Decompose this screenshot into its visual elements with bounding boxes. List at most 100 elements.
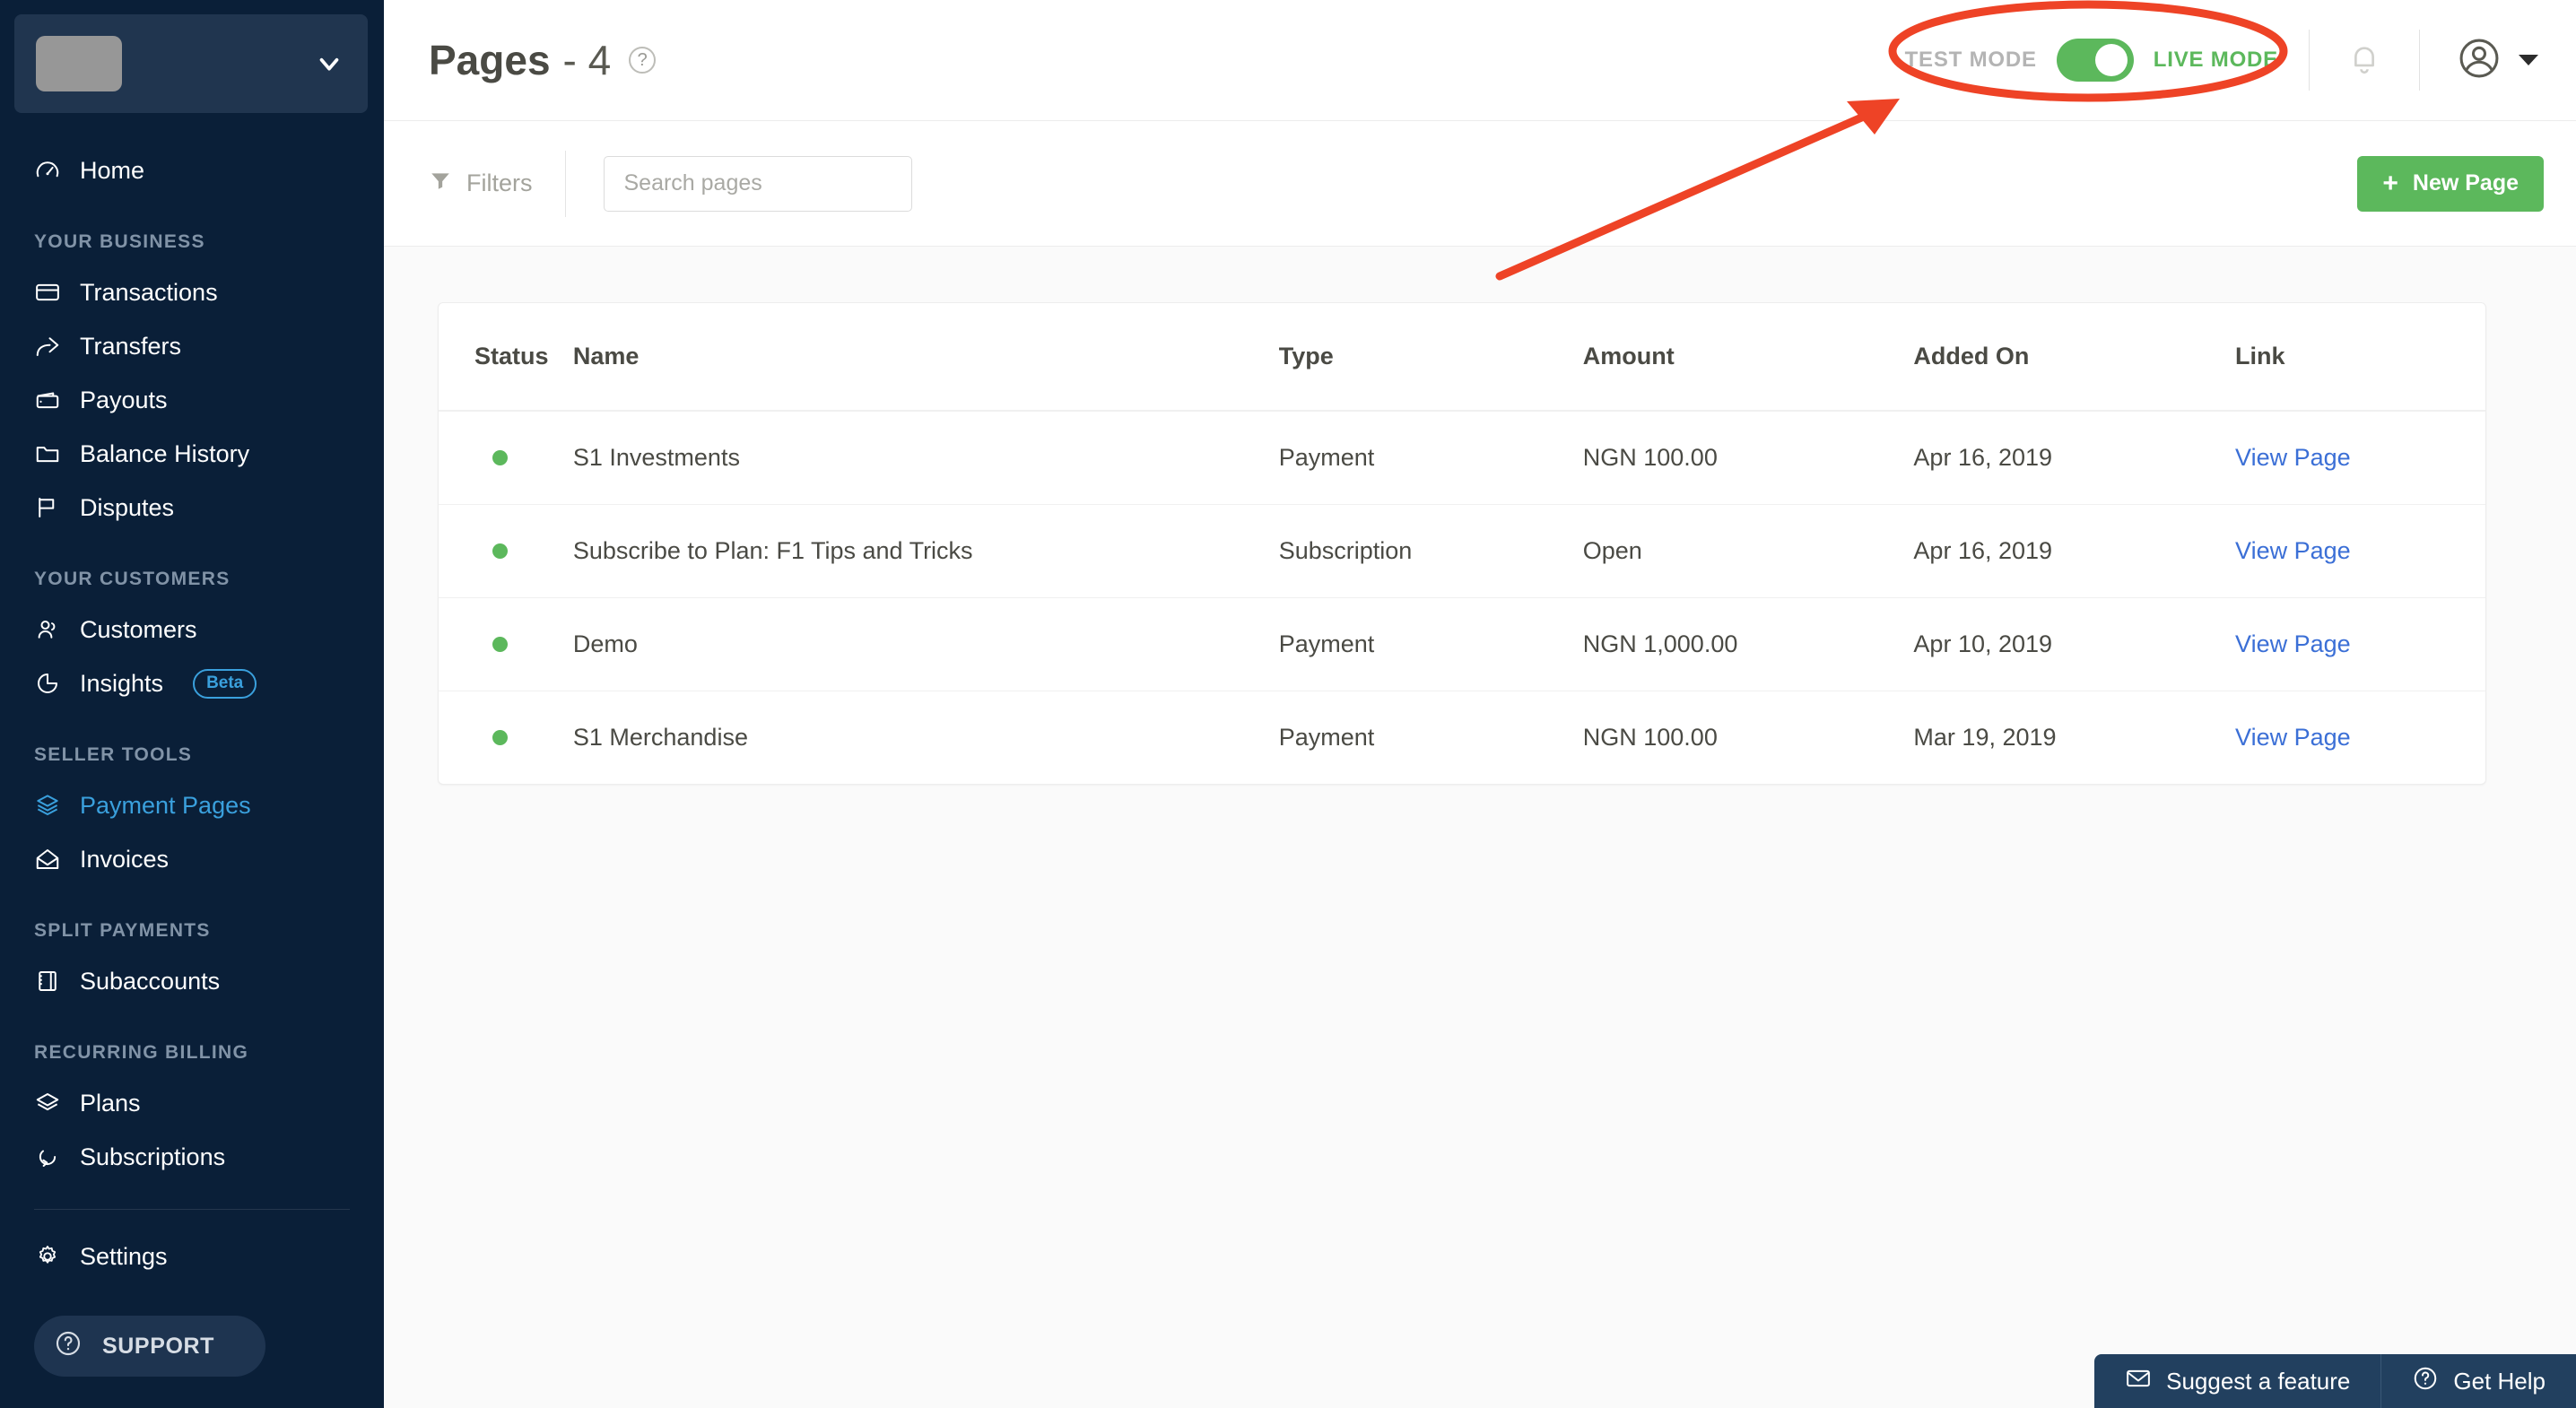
brand-account-switcher[interactable] — [14, 14, 368, 113]
sidebar-item-subaccounts[interactable]: Subaccounts — [0, 954, 384, 1008]
cell-amount: NGN 1,000.00 — [1582, 597, 1914, 691]
suggest-feature-button[interactable]: Suggest a feature — [2094, 1354, 2380, 1408]
caret-down-icon — [2519, 55, 2538, 65]
mode-toggle-group[interactable]: TEST MODE LIVE MODE — [1875, 39, 2309, 82]
sidebar-section-split-payments: SPLIT PAYMENTS — [34, 920, 211, 941]
cell-name: S1 Merchandise — [572, 724, 748, 751]
cell-type: Payment — [1278, 724, 1375, 751]
help-widget: Suggest a feature Get Help — [2094, 1354, 2576, 1408]
pages-table: Status Name Type Amount Added On Link S1… — [439, 303, 2485, 784]
cell-link: View Page — [2235, 691, 2485, 785]
sidebar-section-your-business: YOUR BUSINESS — [34, 231, 205, 252]
live-mode-label: LIVE MODE — [2153, 48, 2278, 72]
search-pages-box[interactable] — [603, 155, 912, 212]
open-envelope-icon — [34, 846, 61, 873]
sidebar-item-payouts[interactable]: Payouts — [0, 373, 384, 427]
filters-button[interactable]: Filters — [429, 169, 565, 198]
sidebar-item-transactions[interactable]: Transactions — [0, 265, 384, 319]
cell-amount: NGN 100.00 — [1582, 724, 1718, 751]
column-header-status: Status — [439, 303, 573, 412]
get-help-button[interactable]: Get Help — [2380, 1354, 2576, 1408]
search-input[interactable] — [623, 170, 892, 196]
cell-status — [439, 597, 573, 691]
get-help-label: Get Help — [2453, 1367, 2546, 1395]
table-row[interactable]: Demo Payment NGN 1,000.00 Apr 10, 2019 V… — [439, 597, 2485, 691]
table-row[interactable]: S1 Investments Payment NGN 100.00 Apr 16… — [439, 411, 2485, 505]
page-title: Pages - 4 ? — [429, 36, 657, 84]
sidebar-item-balance-history[interactable]: Balance History — [0, 427, 384, 481]
cell-link: View Page — [2235, 597, 2485, 691]
view-page-link[interactable]: View Page — [2235, 537, 2351, 564]
new-page-button[interactable]: + New Page — [2357, 155, 2544, 212]
sidebar-item-insights[interactable]: Insights Beta — [0, 656, 384, 710]
cell-type: Payment — [1278, 597, 1583, 691]
status-dot-active — [492, 450, 508, 465]
cell-amount: Open — [1582, 504, 1914, 598]
sidebar-item-label: Subscriptions — [80, 1143, 226, 1170]
envelope-icon — [2125, 1365, 2152, 1398]
table-head: Status Name Type Amount Added On Link — [439, 303, 2485, 412]
credit-card-icon — [34, 279, 61, 306]
pie-chart-icon — [34, 670, 61, 697]
notifications-button[interactable] — [2310, 39, 2419, 82]
status-dot-active — [492, 637, 508, 652]
beta-badge: Beta — [193, 668, 257, 699]
sidebar-item-label: Plans — [80, 1089, 141, 1117]
sidebar-item-disputes[interactable]: Disputes — [0, 481, 384, 535]
sidebar-item-settings[interactable]: Settings — [0, 1230, 384, 1283]
column-header-type: Type — [1278, 303, 1583, 412]
cell-added-on: Apr 16, 2019 — [1913, 411, 2236, 505]
list-toolbar: Filters + New Page — [384, 121, 2576, 247]
main-area: Pages - 4 ? TEST MODE LIVE MODE Filters … — [384, 0, 2576, 1408]
cell-type: Subscription — [1278, 504, 1583, 598]
cell-name: S1 Investments — [572, 411, 1279, 505]
table-row[interactable]: S1 Merchandise Payment NGN 100.00 Mar 19… — [439, 691, 2485, 785]
cell-type: Payment — [1278, 411, 1583, 505]
sidebar: Home YOUR BUSINESS Transactions Transfer… — [0, 0, 384, 1408]
sidebar-item-plans[interactable]: Plans — [0, 1076, 384, 1130]
gear-icon — [34, 1243, 61, 1270]
cell-added-on: Apr 10, 2019 — [1913, 597, 2236, 691]
user-avatar-icon — [2456, 35, 2502, 86]
page-title-help-icon[interactable]: ? — [629, 47, 657, 74]
account-menu-button[interactable] — [2420, 35, 2544, 86]
view-page-link[interactable]: View Page — [2235, 444, 2351, 471]
sidebar-section-your-customers: YOUR CUSTOMERS — [34, 569, 231, 589]
table-row[interactable]: Subscribe to Plan: F1 Tips and Tricks Su… — [439, 504, 2485, 598]
sidebar-item-label: Subaccounts — [80, 967, 221, 995]
sidebar-item-payment-pages[interactable]: Payment Pages — [0, 778, 384, 832]
layers-icon — [34, 1090, 61, 1117]
column-header-name: Name — [572, 303, 1279, 412]
speedometer-icon — [34, 157, 61, 184]
sidebar-item-label: Settings — [80, 1242, 168, 1270]
arrow-share-icon — [34, 333, 61, 360]
suggest-feature-label: Suggest a feature — [2166, 1367, 2351, 1395]
sidebar-item-home[interactable]: Home — [0, 143, 384, 197]
notebook-icon — [34, 968, 61, 995]
sidebar-item-transfers[interactable]: Transfers — [0, 319, 384, 373]
sidebar-item-customers[interactable]: Customers — [0, 603, 384, 656]
support-button[interactable]: SUPPORT — [34, 1316, 265, 1377]
funnel-icon — [429, 169, 452, 198]
sidebar-divider — [34, 1209, 350, 1210]
cell-name: Subscribe to Plan: F1 Tips and Tricks — [572, 504, 1279, 598]
sidebar-item-invoices[interactable]: Invoices — [0, 832, 384, 886]
table-header-row: Status Name Type Amount Added On Link — [439, 303, 2485, 412]
question-circle-icon — [54, 1329, 83, 1364]
sidebar-item-subscriptions[interactable]: Subscriptions — [0, 1130, 384, 1184]
column-header-link: Link — [2235, 303, 2485, 412]
bell-icon — [2345, 39, 2383, 82]
view-page-link[interactable]: View Page — [2235, 724, 2351, 751]
test-mode-label: TEST MODE — [1904, 48, 2037, 72]
top-header-right: TEST MODE LIVE MODE — [1875, 30, 2544, 91]
sidebar-item-label: Home — [80, 156, 145, 184]
cell-status — [439, 411, 573, 505]
sidebar-item-label: Disputes — [80, 493, 175, 521]
user-group-icon — [34, 616, 61, 643]
wallet-icon — [34, 387, 61, 413]
cell-status — [439, 691, 573, 785]
sidebar-item-label: Customers — [80, 615, 197, 643]
mode-toggle-switch[interactable] — [2056, 39, 2134, 82]
sidebar-item-label: Insights — [80, 669, 164, 697]
view-page-link[interactable]: View Page — [2235, 630, 2351, 657]
